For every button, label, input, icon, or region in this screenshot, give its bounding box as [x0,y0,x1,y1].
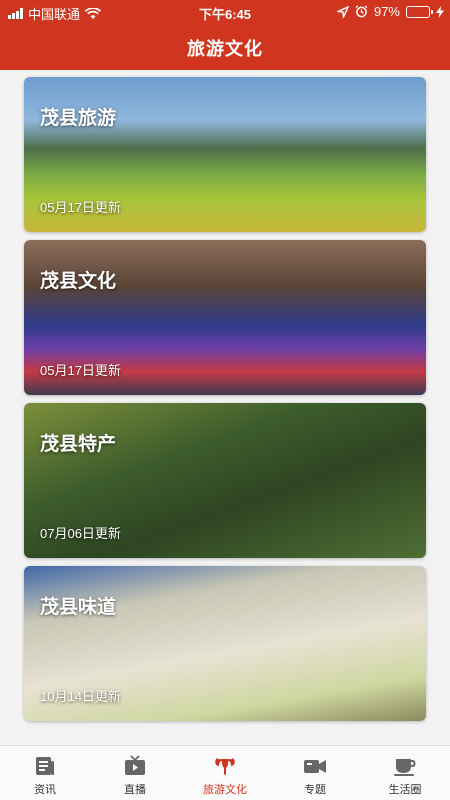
tab-label: 专题 [304,784,326,796]
card-specialty[interactable]: 茂县特产 07月06日更新 [24,403,426,558]
tab-label: 直播 [124,784,146,796]
card-date: 10月14日更新 [40,689,121,704]
card-date: 05月17日更新 [40,363,121,378]
status-bar: 中国联通 下午6:45 97% [0,0,450,24]
charging-icon [436,5,444,18]
tab-life-circle[interactable]: 生活圈 [360,746,450,800]
card-culture[interactable]: 茂县文化 05月17日更新 [24,240,426,395]
location-icon [336,5,349,18]
page-title: 旅游文化 [187,39,263,59]
tab-topics[interactable]: 专题 [270,746,360,800]
card-cuisine[interactable]: 茂县味道 10月14日更新 [24,566,426,721]
battery-icon [406,5,433,18]
tab-news[interactable]: 资讯 [0,746,90,800]
card-title: 茂县旅游 [40,108,117,129]
card-title: 茂县味道 [40,597,117,618]
card-tourism[interactable]: 茂县旅游 05月17日更新 [24,77,426,232]
tab-label: 旅游文化 [203,784,247,796]
card-date: 07月06日更新 [40,526,121,541]
tab-bar: 资讯 直播 旅游文化 专题 生活圈 [0,745,450,800]
tab-label: 生活圈 [388,784,422,796]
tv-icon [125,755,145,775]
card-date: 05月17日更新 [40,200,121,215]
goat-icon [215,758,235,775]
video-camera-icon [304,760,326,773]
battery-percent: 97% [373,4,400,19]
news-icon [36,757,54,775]
top-bar: 中国联通 下午6:45 97% 旅游文化 [0,0,450,70]
tab-label: 资讯 [34,784,56,796]
card-list: 茂县旅游 05月17日更新 茂县文化 05月17日更新 茂县特产 07月06日更… [24,77,426,729]
coffee-cup-icon [394,759,416,776]
tab-live[interactable]: 直播 [90,746,180,800]
card-title: 茂县文化 [40,271,117,292]
alarm-icon [355,5,368,18]
tab-tourism-culture[interactable]: 旅游文化 [180,746,270,800]
card-title: 茂县特产 [40,434,117,455]
